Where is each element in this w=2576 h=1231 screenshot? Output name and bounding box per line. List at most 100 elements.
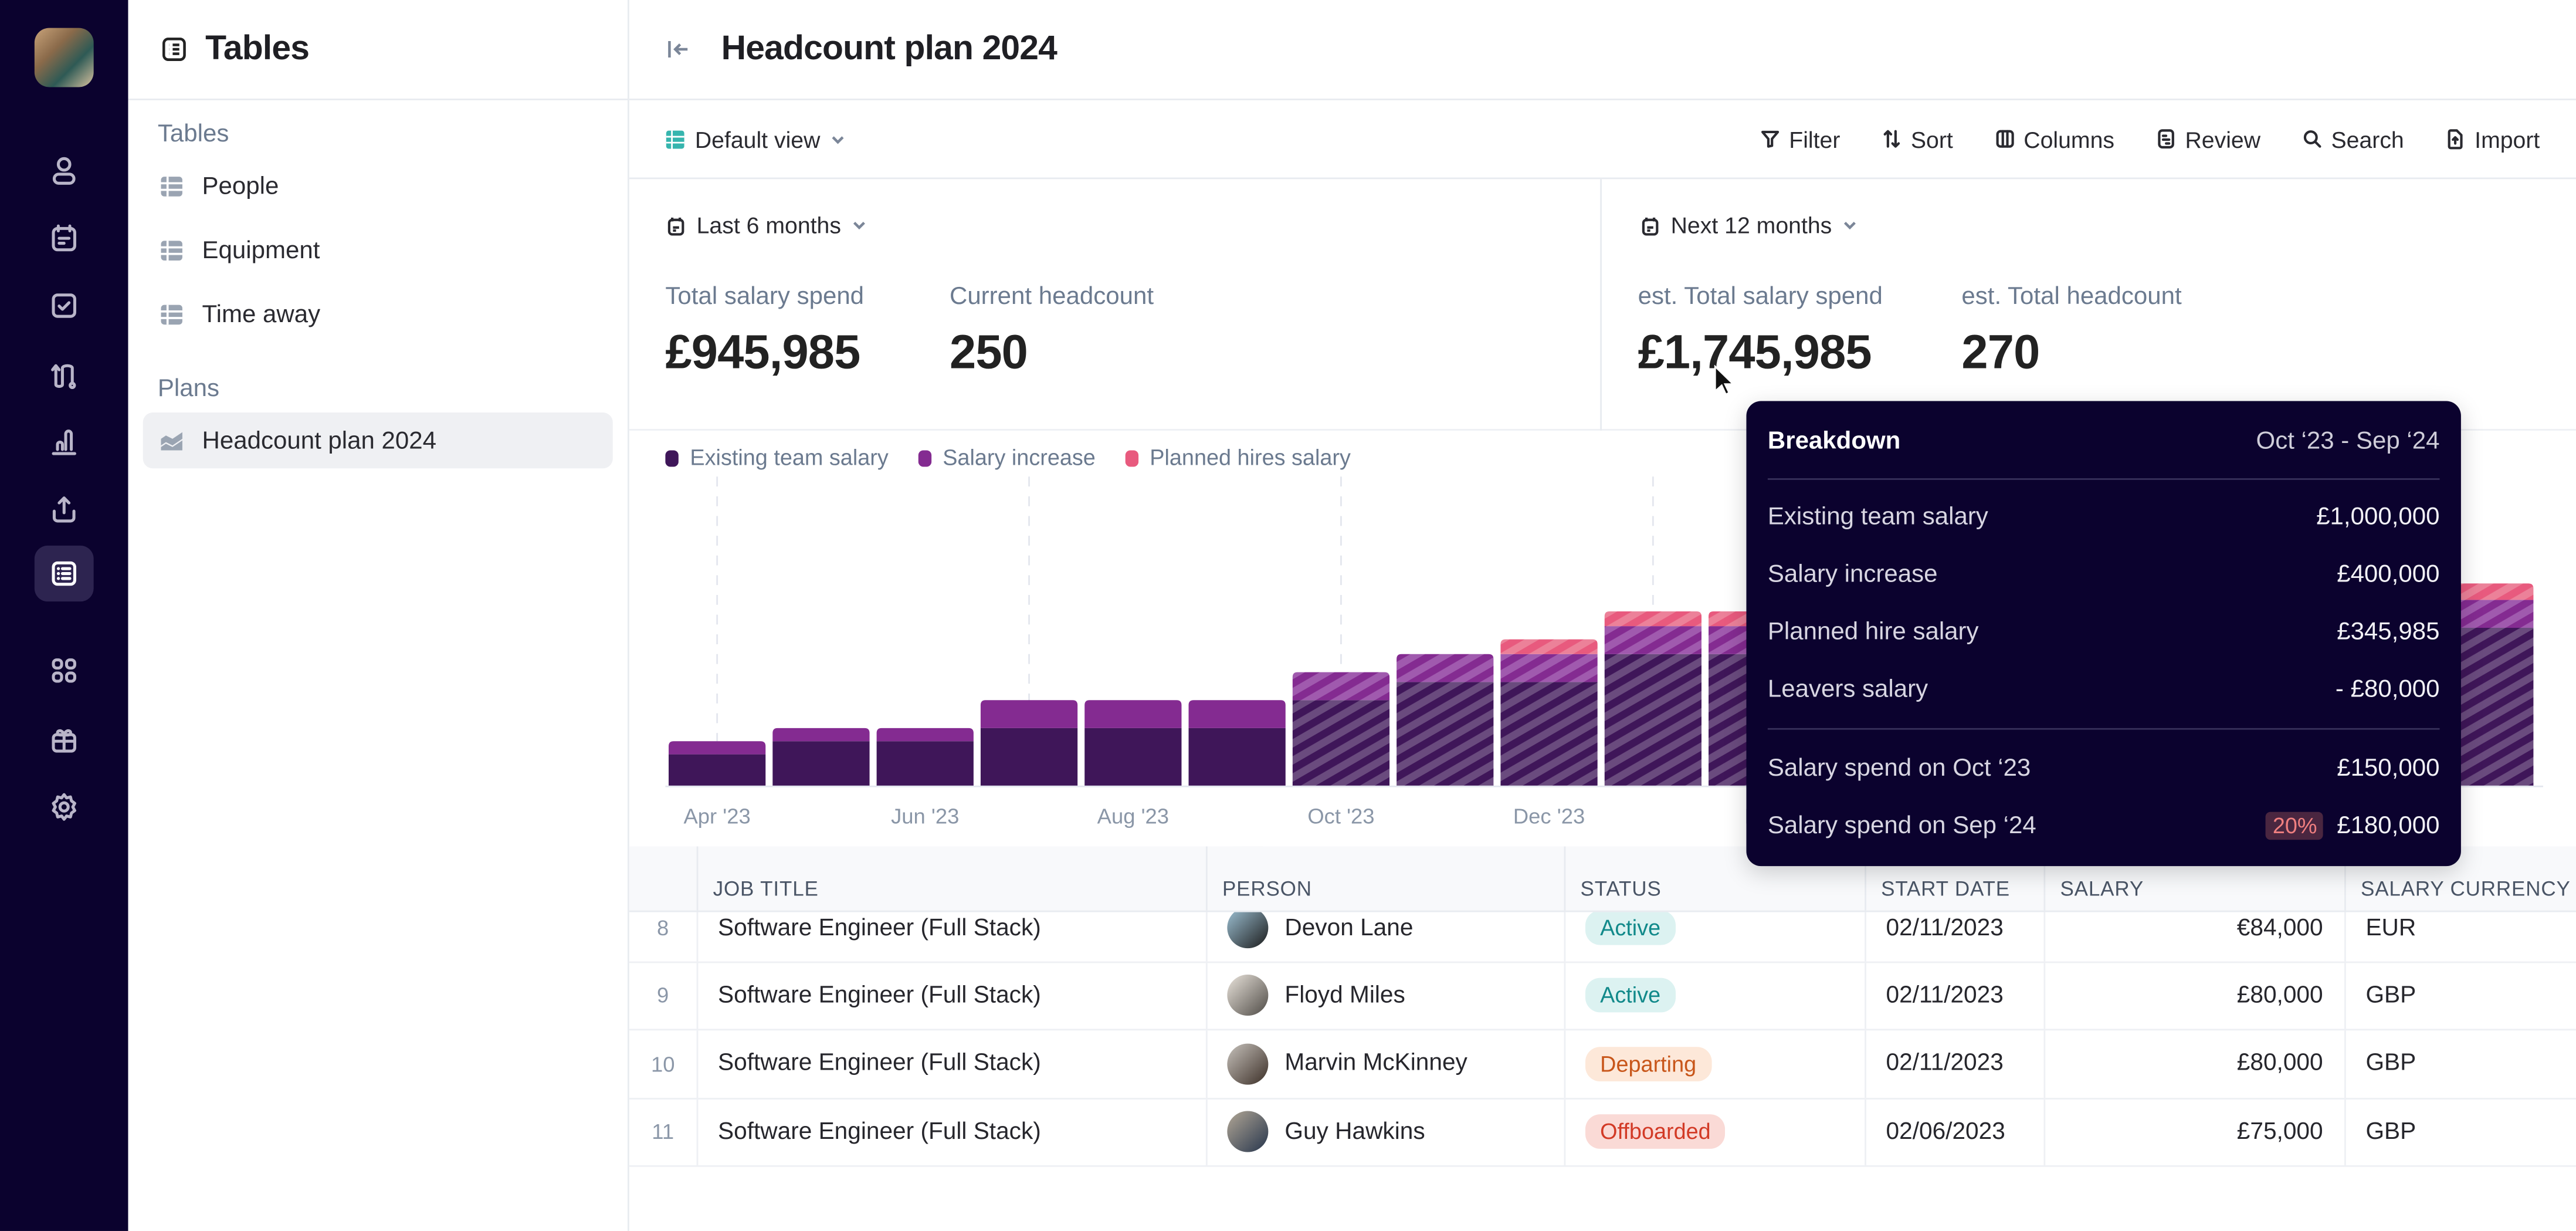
user-avatar[interactable]	[34, 28, 94, 87]
table-row[interactable]: 9 Software Engineer (Full Stack) Floyd M…	[629, 962, 2576, 1031]
bar-segment-existing-team-salary	[876, 741, 974, 786]
status-badge: Offboarded	[1585, 1114, 1726, 1149]
table-row[interactable]: 10 Software Engineer (Full Stack) Marvin…	[629, 1030, 2576, 1099]
page-header: Headcount plan 2024	[629, 0, 2576, 100]
table-list-icon	[162, 38, 186, 61]
person-avatar	[1227, 975, 1269, 1017]
column-header-job-title[interactable]: JOB TITLE	[698, 846, 1208, 911]
sidebar-item-headcount-plan[interactable]: Headcount plan 2024	[143, 412, 613, 469]
cell-job-title[interactable]: Software Engineer (Full Stack)	[698, 1030, 1208, 1097]
apps-grid-icon[interactable]	[41, 648, 87, 694]
bar-chart-icon[interactable]	[41, 419, 87, 465]
cell-salary-currency[interactable]: GBP	[2346, 963, 2576, 1029]
cell-start-date[interactable]: 02/11/2023	[1866, 1030, 2046, 1097]
cell-person[interactable]: Marvin McKinney	[1208, 1030, 1566, 1097]
sidebar-title: Tables	[205, 29, 310, 67]
table-list-icon[interactable]	[34, 545, 94, 602]
tooltip-row-label: Existing team salary	[1767, 503, 1988, 531]
sidebar-item-time-away[interactable]: Time away	[143, 286, 613, 341]
cell-salary[interactable]: £75,000	[2045, 1098, 2346, 1165]
chevron-down-icon	[853, 221, 865, 230]
tooltip-title: Breakdown	[1767, 427, 1901, 455]
search-icon	[2303, 130, 2321, 148]
legend-label: Planned hires salary	[1150, 445, 1351, 471]
cell-salary[interactable]: £80,000	[2045, 962, 2346, 1029]
status-badge: Departing	[1585, 1046, 1711, 1081]
gift-icon[interactable]	[41, 716, 87, 762]
x-tick-label: Dec '23	[1513, 804, 1585, 828]
sidebar-header: Tables	[128, 0, 628, 100]
cell-start-date[interactable]: 02/11/2023	[1866, 962, 2046, 1029]
range-selector-forecast[interactable]: Next 12 months	[1639, 212, 1858, 238]
table-grid-icon	[161, 304, 182, 324]
review-label: Review	[2185, 126, 2261, 153]
calendar-icon	[667, 217, 684, 235]
bar-segment-existing-team-salary	[1604, 654, 1701, 786]
cell-job-title[interactable]: Software Engineer (Full Stack)	[698, 1098, 1208, 1165]
sort-button[interactable]: Sort	[1881, 126, 1953, 152]
checkbox-icon[interactable]	[41, 283, 87, 329]
cell-status[interactable]: Offboarded	[1565, 1098, 1866, 1165]
person-icon[interactable]	[41, 148, 87, 194]
headcount-table: JOB TITLE PERSON STATUS START DATE SALAR…	[629, 846, 2576, 1231]
metric-label: est. Total headcount	[1961, 282, 2182, 311]
import-button[interactable]: Import	[2445, 126, 2540, 152]
calendar-icon	[1642, 217, 1659, 235]
mouse-cursor-icon	[1714, 364, 1736, 396]
bar-segment-existing-team-salary	[1292, 700, 1390, 786]
sidebar-item-people[interactable]: People	[143, 158, 613, 214]
tooltip-row-label: Salary spend on Oct ‘23	[1767, 754, 2031, 783]
bar-segment-existing-team-salary	[1397, 682, 1494, 786]
metric-value: 270	[1961, 327, 2040, 380]
table-row[interactable]: 11 Software Engineer (Full Stack) Guy Ha…	[629, 1098, 2576, 1167]
view-grid-icon	[666, 130, 684, 148]
table-grid-icon	[161, 175, 182, 196]
cell-job-title[interactable]: Software Engineer (Full Stack)	[698, 962, 1208, 1029]
metric-est-headcount: est. Total headcount 270	[1961, 283, 2181, 381]
filter-button[interactable]: Filter	[1760, 126, 1841, 153]
bar-segment-salary-increase	[1084, 700, 1182, 728]
import-file-icon	[2448, 129, 2463, 150]
column-header-person[interactable]: PERSON	[1208, 846, 1566, 911]
x-tick-label: Jun '23	[891, 804, 959, 828]
collapse-sidebar-icon[interactable]	[665, 36, 692, 63]
legend-item-planned: Planned hires salary	[1125, 445, 1351, 470]
metric-value: 250	[949, 327, 1028, 380]
stats-panel-forecast: Next 12 months est. Total salary spend £…	[1604, 179, 2576, 431]
bar-apr--23	[669, 741, 766, 786]
cell-salary[interactable]: £80,000	[2045, 1030, 2346, 1097]
range-selector-past[interactable]: Last 6 months	[665, 212, 867, 238]
person-name: Floyd Miles	[1284, 982, 1405, 1009]
breakdown-tooltip: Breakdown Oct ‘23 - Sep ‘24 Existing tea…	[1746, 401, 2461, 867]
sidebar-item-label: Time away	[202, 300, 321, 328]
section-label-tables: Tables	[157, 120, 229, 148]
metric-current-headcount: Current headcount 250	[950, 283, 1154, 381]
search-button[interactable]: Search	[2302, 126, 2404, 152]
upload-icon[interactable]	[41, 486, 87, 532]
column-header-index[interactable]	[629, 846, 699, 911]
range-label: Last 6 months	[696, 212, 841, 239]
sidebar-item-equipment[interactable]: Equipment	[143, 222, 613, 278]
review-button[interactable]: Review	[2155, 126, 2260, 152]
calendar-icon[interactable]	[41, 215, 87, 261]
metric-est-salary: est. Total salary spend £1,745,985	[1638, 283, 1883, 381]
cell-person[interactable]: Floyd Miles	[1208, 962, 1566, 1029]
cell-person[interactable]: Guy Hawkins	[1208, 1098, 1566, 1165]
view-selector[interactable]: Default view	[665, 126, 846, 152]
cell-salary-currency[interactable]: GBP	[2346, 1099, 2576, 1165]
bar-segment-existing-team-salary	[1500, 682, 1598, 786]
sort-icon	[1883, 130, 1900, 148]
filter-label: Filter	[1789, 126, 1841, 153]
bar-segment-salary-increase	[1188, 700, 1286, 728]
cell-salary-currency[interactable]: GBP	[2346, 1031, 2576, 1097]
gear-icon[interactable]	[41, 784, 87, 830]
tooltip-range: Oct ‘23 - Sep ‘24	[2256, 427, 2440, 455]
cell-start-date[interactable]: 02/06/2023	[1866, 1098, 2046, 1165]
columns-button[interactable]: Columns	[1994, 126, 2114, 152]
cell-status[interactable]: Active	[1565, 962, 1866, 1029]
sidebar-item-label: Equipment	[202, 235, 320, 264]
tooltip-row-label: Salary spend on Sep ‘24	[1767, 811, 2036, 840]
cell-status[interactable]: Departing	[1565, 1030, 1866, 1097]
workflow-icon[interactable]	[41, 351, 87, 397]
tooltip-row-existing: Existing team salary £1,000,000	[1768, 503, 2440, 531]
